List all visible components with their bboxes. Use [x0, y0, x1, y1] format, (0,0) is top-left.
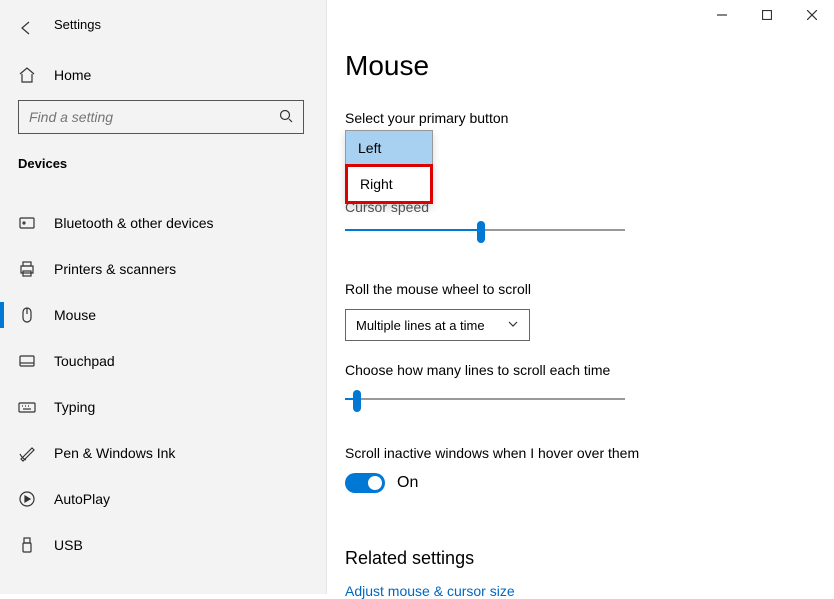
- primary-button-dropdown[interactable]: Left Right: [345, 130, 433, 204]
- inactive-scroll-label: Scroll inactive windows when I hover ove…: [345, 445, 639, 461]
- home-label: Home: [54, 67, 91, 83]
- search-input[interactable]: [29, 109, 279, 125]
- nav-pen[interactable]: Pen & Windows Ink: [0, 430, 326, 476]
- page-title: Mouse: [345, 50, 815, 82]
- nav-label: Mouse: [54, 307, 96, 323]
- printer-icon: [18, 260, 36, 278]
- nav-touchpad[interactable]: Touchpad: [0, 338, 326, 384]
- nav-label: Touchpad: [54, 353, 115, 369]
- nav-label: Bluetooth & other devices: [54, 215, 214, 231]
- primary-button-label: Select your primary button: [345, 110, 815, 126]
- related-link[interactable]: Adjust mouse & cursor size: [345, 583, 515, 599]
- slider-fill: [345, 398, 353, 400]
- sidebar: Settings Home Devices Bluetooth & other …: [0, 0, 327, 594]
- mouse-icon: [18, 306, 36, 324]
- search-box[interactable]: [18, 100, 304, 134]
- nav-printers[interactable]: Printers & scanners: [0, 246, 326, 292]
- nav-label: AutoPlay: [54, 491, 110, 507]
- nav-usb[interactable]: USB: [0, 522, 326, 568]
- wheel-scroll-value: Multiple lines at a time: [356, 318, 485, 333]
- cursor-speed-slider[interactable]: [345, 221, 625, 241]
- back-button[interactable]: [18, 20, 34, 41]
- related-heading: Related settings: [345, 548, 515, 569]
- lines-scroll-label: Choose how many lines to scroll each tim…: [345, 362, 625, 378]
- home-icon: [18, 66, 36, 84]
- autoplay-icon: [18, 490, 36, 508]
- option-right[interactable]: Right: [345, 164, 433, 204]
- option-left[interactable]: Left: [346, 131, 432, 165]
- nav-autoplay[interactable]: AutoPlay: [0, 476, 326, 522]
- nav-label: Printers & scanners: [54, 261, 176, 277]
- keyboard-icon: [18, 398, 36, 416]
- usb-icon: [18, 536, 36, 554]
- app-title: Settings: [54, 17, 101, 32]
- chevron-down-icon: [507, 318, 519, 333]
- slider-track: [345, 398, 625, 400]
- wheel-scroll-label: Roll the mouse wheel to scroll: [345, 281, 531, 297]
- touchpad-icon: [18, 352, 36, 370]
- slider-fill: [345, 229, 477, 231]
- lines-scroll-slider[interactable]: [345, 390, 625, 410]
- slider-thumb[interactable]: [477, 221, 485, 243]
- nav-bluetooth[interactable]: Bluetooth & other devices: [0, 200, 326, 246]
- nav-typing[interactable]: Typing: [0, 384, 326, 430]
- nav-mouse[interactable]: Mouse: [0, 292, 326, 338]
- minimize-button[interactable]: [699, 0, 744, 30]
- search-icon: [279, 109, 293, 126]
- close-button[interactable]: [789, 0, 834, 30]
- nav-label: USB: [54, 537, 83, 553]
- nav-label: Pen & Windows Ink: [54, 445, 175, 461]
- inactive-scroll-toggle[interactable]: [345, 473, 385, 493]
- section-heading: Devices: [18, 156, 67, 171]
- pen-icon: [18, 444, 36, 462]
- nav-label: Typing: [54, 399, 95, 415]
- maximize-button[interactable]: [744, 0, 789, 30]
- slider-thumb[interactable]: [353, 390, 361, 412]
- home-nav[interactable]: Home: [18, 66, 91, 84]
- toggle-state: On: [397, 474, 418, 492]
- wheel-scroll-dropdown[interactable]: Multiple lines at a time: [345, 309, 530, 341]
- bluetooth-icon: [18, 214, 36, 232]
